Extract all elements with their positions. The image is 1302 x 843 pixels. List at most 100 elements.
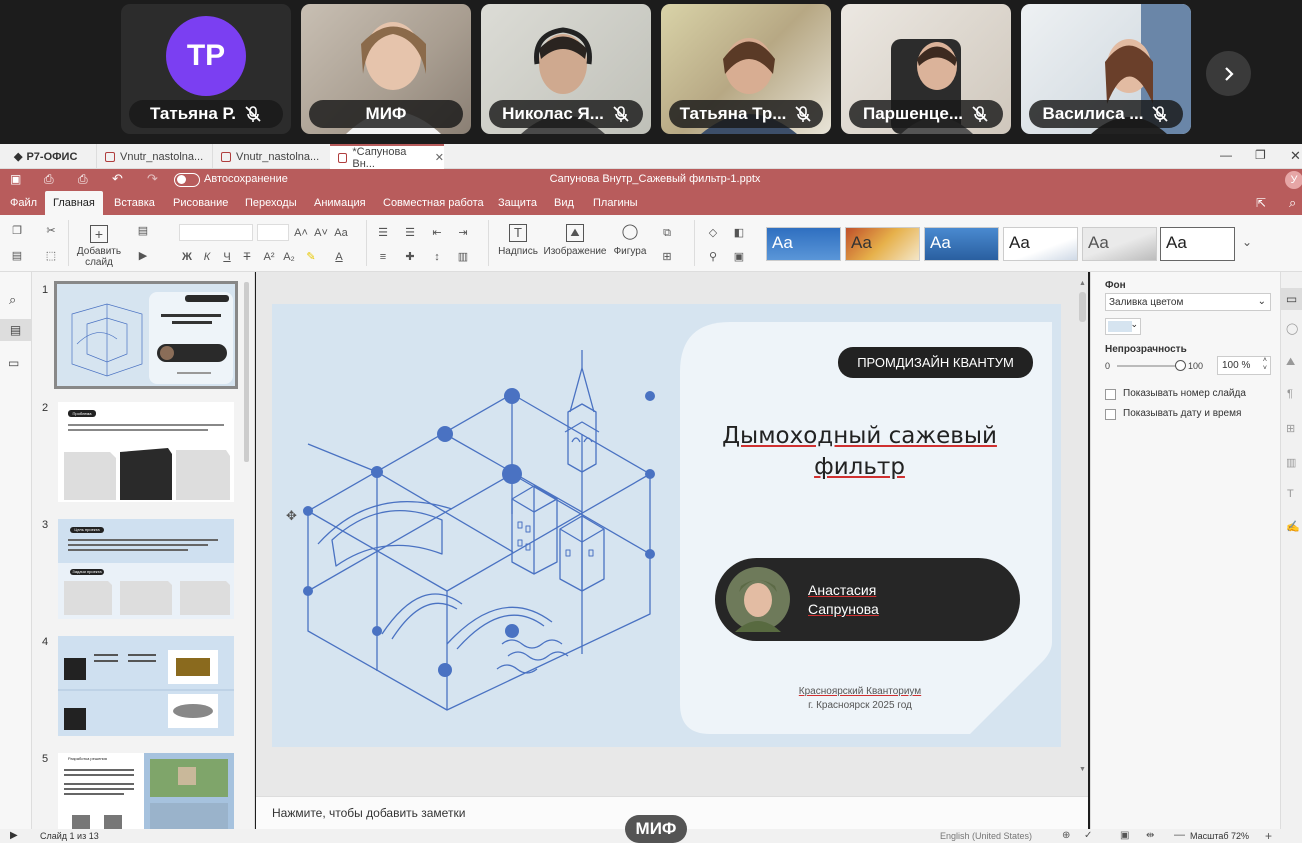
comments-icon[interactable]: ▭ xyxy=(8,356,19,370)
font-name-select[interactable] xyxy=(179,224,253,241)
add-slide-button[interactable]: Добавить слайд xyxy=(74,246,124,268)
italic-icon[interactable]: К xyxy=(200,251,214,263)
select-all-icon[interactable]: ⬚ xyxy=(44,250,58,262)
fill-color-picker[interactable]: ⌄ xyxy=(1105,318,1141,335)
more-themes-icon[interactable]: ⌄ xyxy=(1242,235,1252,249)
participant-tile[interactable]: Паршенце... xyxy=(841,4,1011,134)
numbering-icon[interactable]: ☰ xyxy=(403,227,417,239)
columns-icon[interactable]: ▥ xyxy=(456,251,470,263)
slides-panel-icon[interactable]: ▤ xyxy=(0,319,31,341)
theme-option[interactable]: Aa xyxy=(1082,227,1157,261)
menu-collaboration[interactable]: Совместная работа xyxy=(375,191,492,215)
search-icon[interactable]: ⌕ xyxy=(9,292,16,308)
show-slide-number-checkbox[interactable] xyxy=(1105,389,1116,400)
image-button[interactable]: Изображение xyxy=(543,246,607,257)
underline-icon[interactable]: Ч xyxy=(220,251,234,263)
slide-thumbnail-2[interactable]: Проблема xyxy=(58,402,234,502)
opacity-input[interactable]: 100 % ˄ ˅ xyxy=(1217,356,1271,375)
menu-transitions[interactable]: Переходы xyxy=(237,191,305,215)
notes-placeholder[interactable]: Нажмите, чтобы добавить заметки xyxy=(272,806,465,820)
decrease-font-icon[interactable]: A˅ xyxy=(314,227,328,239)
slideshow-start-icon[interactable]: ▶ xyxy=(10,830,18,841)
spellcheck-icon[interactable]: ✓ xyxy=(1084,830,1092,841)
search-icon[interactable]: ⌕ xyxy=(1289,195,1296,211)
theme-option[interactable]: Aa xyxy=(845,227,920,261)
close-window-icon[interactable]: ✕ xyxy=(1290,148,1301,164)
document-tab[interactable]: Vnutr_nastolna... xyxy=(96,144,212,169)
slide-thumbnail-5[interactable]: Разработка решения xyxy=(58,753,234,829)
strikethrough-icon[interactable]: Т xyxy=(240,251,254,263)
line-spacing-icon[interactable]: ↕ xyxy=(430,251,444,263)
align-icon[interactable]: ≡ xyxy=(376,251,390,263)
thumbnail-scrollbar[interactable] xyxy=(244,282,249,462)
cut-icon[interactable]: ✂ xyxy=(44,225,58,237)
copy-style-icon[interactable]: ⚲ xyxy=(706,251,720,263)
next-participants-button[interactable] xyxy=(1206,51,1251,96)
redo-icon[interactable]: ↷ xyxy=(147,171,158,187)
app-home-tab[interactable]: ◆ Р7-ОФИС xyxy=(6,144,77,169)
undo-icon[interactable]: ↶ xyxy=(112,171,123,187)
menu-animation[interactable]: Анимация xyxy=(306,191,374,215)
participant-tile[interactable]: Татьяна Тр... xyxy=(661,4,831,134)
image-settings-icon[interactable]: ⛰ xyxy=(1286,356,1295,369)
open-location-icon[interactable]: ⇱ xyxy=(1256,196,1266,210)
zoom-out-icon[interactable]: — xyxy=(1174,829,1185,841)
participant-tile[interactable]: Николас Я... xyxy=(481,4,651,134)
textbox-button[interactable]: Надпись xyxy=(493,246,543,257)
document-tab-active[interactable]: *Сапунова Вн... ✕ xyxy=(330,144,444,170)
slide-size-icon[interactable]: ▣ xyxy=(732,251,746,263)
print-icon[interactable]: ⎙ xyxy=(44,172,54,187)
chart-settings-icon[interactable]: ▥ xyxy=(1286,456,1296,469)
minimize-icon[interactable]: — xyxy=(1220,148,1232,162)
theme-option[interactable]: Aa xyxy=(766,227,841,261)
opacity-slider-handle[interactable] xyxy=(1175,360,1186,371)
save-icon[interactable]: ▣ xyxy=(10,172,21,186)
participant-tile[interactable]: Василиса ... xyxy=(1021,4,1191,134)
fit-width-icon[interactable]: ⇹ xyxy=(1146,830,1154,841)
document-tab[interactable]: Vnutr_nastolna... xyxy=(212,144,328,169)
shape-button[interactable]: Фигура xyxy=(608,246,652,257)
participant-tile[interactable]: ТР Татьяна Р. xyxy=(121,4,291,134)
change-case-icon[interactable]: Aa xyxy=(334,227,348,239)
add-slide-icon[interactable]: + xyxy=(90,225,108,243)
subscript-icon[interactable]: A₂ xyxy=(282,251,296,263)
menu-protection[interactable]: Защита xyxy=(490,191,545,215)
theme-option[interactable]: Aa xyxy=(1003,227,1078,261)
menu-plugins[interactable]: Плагины xyxy=(585,191,646,215)
slide-settings-icon[interactable]: ▭ xyxy=(1281,288,1302,310)
vertical-align-icon[interactable]: ✚ xyxy=(403,251,417,263)
restore-icon[interactable]: ❐ xyxy=(1255,148,1266,162)
font-size-select[interactable] xyxy=(257,224,289,241)
clear-style-icon[interactable]: ◇ xyxy=(706,227,720,239)
zoom-in-icon[interactable]: + xyxy=(1265,829,1272,843)
highlight-icon[interactable]: ✎ xyxy=(304,251,318,263)
arrange-icon[interactable]: ⧉ xyxy=(660,227,674,239)
bold-icon[interactable]: Ж xyxy=(180,251,194,263)
slide-thumbnail-3[interactable]: Цель проекта Задачи проекта xyxy=(58,519,234,619)
theme-option-selected[interactable]: Aa xyxy=(1160,227,1235,261)
close-tab-icon[interactable]: ✕ xyxy=(435,151,444,164)
globe-icon[interactable]: ⊕ xyxy=(1062,830,1070,841)
fit-slide-icon[interactable]: ▣ xyxy=(1120,830,1129,841)
slideshow-icon[interactable]: ▶ xyxy=(136,250,150,262)
slide-thumbnail-4[interactable] xyxy=(58,636,234,736)
signature-settings-icon[interactable]: ✍ xyxy=(1286,520,1300,533)
language-select[interactable]: English (United States) xyxy=(940,831,1032,841)
decrease-indent-icon[interactable]: ⇤ xyxy=(430,227,444,239)
editor-scrollbar[interactable]: ▲ ▼ xyxy=(1078,280,1087,773)
align-objects-icon[interactable]: ⊞ xyxy=(660,251,674,263)
show-date-checkbox[interactable] xyxy=(1105,409,1116,420)
menu-insert[interactable]: Вставка xyxy=(106,191,163,215)
menu-file[interactable]: Файл xyxy=(2,191,45,215)
shape-icon[interactable]: ◯ xyxy=(621,224,639,242)
color-scheme-icon[interactable]: ◧ xyxy=(732,227,746,239)
increase-indent-icon[interactable]: ⇥ xyxy=(456,227,470,239)
paste-icon[interactable]: ▤ xyxy=(10,250,24,262)
copy-icon[interactable]: ❐ xyxy=(10,225,24,237)
font-color-icon[interactable]: A xyxy=(332,251,346,263)
slide-thumbnail-1[interactable] xyxy=(54,281,238,389)
fill-type-select[interactable]: Заливка цветом ⌄ xyxy=(1105,293,1271,311)
user-avatar[interactable]: У xyxy=(1285,171,1302,189)
bullets-icon[interactable]: ☰ xyxy=(376,227,390,239)
textbox-icon[interactable]: T xyxy=(509,224,527,242)
